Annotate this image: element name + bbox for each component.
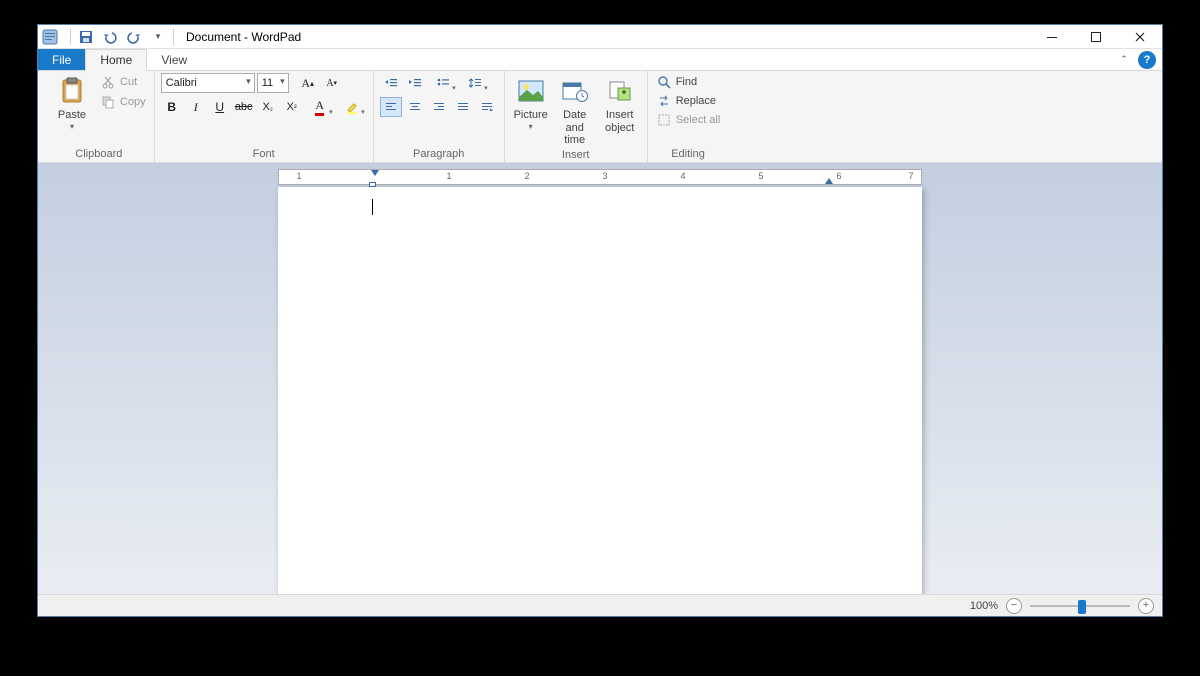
close-button[interactable] bbox=[1118, 25, 1162, 49]
app-icon bbox=[42, 29, 58, 45]
text-cursor bbox=[372, 199, 373, 215]
cut-button[interactable]: Cut bbox=[98, 73, 148, 91]
page[interactable] bbox=[278, 187, 922, 594]
ruler-tick: 2 bbox=[524, 171, 529, 181]
right-indent-marker[interactable] bbox=[825, 178, 833, 184]
ruler-tick: 5 bbox=[758, 171, 763, 181]
align-left-button[interactable] bbox=[380, 97, 402, 117]
undo-button[interactable] bbox=[101, 28, 119, 46]
quick-access-toolbar: ▾ bbox=[77, 28, 167, 46]
first-line-indent-marker[interactable] bbox=[371, 170, 379, 176]
ribbon-tabs: File Home View ⌃ ? bbox=[38, 49, 1162, 71]
bold-button[interactable]: B bbox=[161, 97, 183, 117]
align-right-button[interactable] bbox=[428, 97, 450, 117]
ruler-tick: 1 bbox=[446, 171, 451, 181]
separator bbox=[173, 29, 174, 45]
picture-icon bbox=[515, 75, 547, 107]
group-label: Clipboard bbox=[50, 148, 148, 162]
group-paragraph: Paragraph bbox=[374, 71, 505, 162]
decrease-indent-button[interactable] bbox=[380, 73, 402, 93]
subscript-button[interactable]: X₂ bbox=[257, 97, 279, 117]
ribbon: Paste ▾ Cut Copy bbox=[38, 71, 1162, 163]
copy-button[interactable]: Copy bbox=[98, 93, 148, 111]
group-insert: Picture ▾ Date and time Insert object In… bbox=[505, 71, 648, 162]
zoom-percentage[interactable]: 100% bbox=[970, 600, 998, 612]
group-label: Paragraph bbox=[380, 148, 498, 162]
select-all-icon bbox=[656, 112, 672, 128]
datetime-button[interactable]: Date and time bbox=[551, 73, 599, 149]
maximize-button[interactable] bbox=[1074, 25, 1118, 49]
titlebar: ▾ Document - WordPad bbox=[38, 25, 1162, 49]
picture-button[interactable]: Picture ▾ bbox=[511, 73, 551, 133]
group-clipboard: Paste ▾ Cut Copy bbox=[44, 71, 155, 162]
group-label: Font bbox=[161, 148, 367, 162]
copy-icon bbox=[100, 94, 116, 110]
paragraph-dialog-button[interactable] bbox=[476, 97, 498, 117]
grow-font-button[interactable]: A▴ bbox=[297, 73, 319, 93]
increase-indent-button[interactable] bbox=[404, 73, 426, 93]
redo-button[interactable] bbox=[125, 28, 143, 46]
object-icon bbox=[604, 75, 636, 107]
italic-button[interactable]: I bbox=[185, 97, 207, 117]
zoom-slider[interactable] bbox=[1030, 599, 1130, 613]
help-button[interactable]: ? bbox=[1138, 51, 1156, 69]
ruler-tick: 4 bbox=[680, 171, 685, 181]
save-button[interactable] bbox=[77, 28, 95, 46]
zoom-out-button[interactable]: − bbox=[1006, 598, 1022, 614]
strikethrough-button[interactable]: abc bbox=[233, 97, 255, 117]
find-icon bbox=[656, 74, 672, 90]
find-button[interactable]: Find bbox=[654, 73, 723, 91]
replace-button[interactable]: Replace bbox=[654, 92, 723, 110]
tab-view[interactable]: View bbox=[147, 49, 201, 70]
ruler-tick: 6 bbox=[836, 171, 841, 181]
ruler-tick: 3 bbox=[602, 171, 607, 181]
font-family-combo[interactable]: Calibri bbox=[161, 73, 255, 93]
bullets-button[interactable] bbox=[428, 73, 458, 93]
tab-file[interactable]: File bbox=[38, 49, 85, 70]
zoom-slider-thumb[interactable] bbox=[1078, 600, 1086, 614]
statusbar: 100% − + bbox=[38, 594, 1162, 616]
underline-button[interactable]: U bbox=[209, 97, 231, 117]
group-label: Insert bbox=[511, 149, 641, 163]
qat-customize[interactable]: ▾ bbox=[149, 28, 167, 46]
document-area: 1 1 2 3 4 5 6 7 bbox=[38, 163, 1162, 594]
chevron-down-icon: ▾ bbox=[70, 122, 74, 131]
group-editing: Find Replace Select all bbox=[648, 71, 729, 162]
font-color-button[interactable]: A bbox=[305, 97, 335, 117]
replace-icon bbox=[656, 93, 672, 109]
calendar-icon bbox=[559, 75, 591, 107]
scissors-icon bbox=[100, 74, 116, 90]
paste-button[interactable]: Paste ▾ bbox=[50, 73, 94, 133]
shrink-font-button[interactable]: A▾ bbox=[321, 73, 343, 93]
line-spacing-button[interactable] bbox=[460, 73, 490, 93]
window-title: Document - WordPad bbox=[186, 30, 301, 44]
minimize-button[interactable] bbox=[1030, 25, 1074, 49]
insert-object-button[interactable]: Insert object bbox=[599, 73, 641, 136]
tab-home[interactable]: Home bbox=[85, 49, 147, 71]
highlight-button[interactable] bbox=[337, 97, 367, 117]
group-label: Editing bbox=[654, 148, 723, 162]
ruler-tick: 7 bbox=[908, 171, 913, 181]
wordpad-window: ▾ Document - WordPad File Home View ⌃ ? bbox=[37, 24, 1163, 617]
separator bbox=[70, 29, 71, 45]
zoom-in-button[interactable]: + bbox=[1138, 598, 1154, 614]
group-font: Calibri 11 A▴ A▾ B I U abc X₂ X² bbox=[155, 71, 374, 162]
justify-button[interactable] bbox=[452, 97, 474, 117]
window-controls bbox=[1030, 25, 1162, 49]
chevron-down-icon: ▾ bbox=[529, 122, 533, 131]
align-center-button[interactable] bbox=[404, 97, 426, 117]
paste-icon bbox=[56, 75, 88, 107]
collapse-ribbon[interactable]: ⌃ bbox=[1114, 49, 1134, 70]
superscript-button[interactable]: X² bbox=[281, 97, 303, 117]
select-all-button[interactable]: Select all bbox=[654, 111, 723, 129]
ruler[interactable]: 1 1 2 3 4 5 6 7 bbox=[278, 169, 922, 185]
ruler-tick: 1 bbox=[296, 171, 301, 181]
font-size-combo[interactable]: 11 bbox=[257, 73, 289, 93]
